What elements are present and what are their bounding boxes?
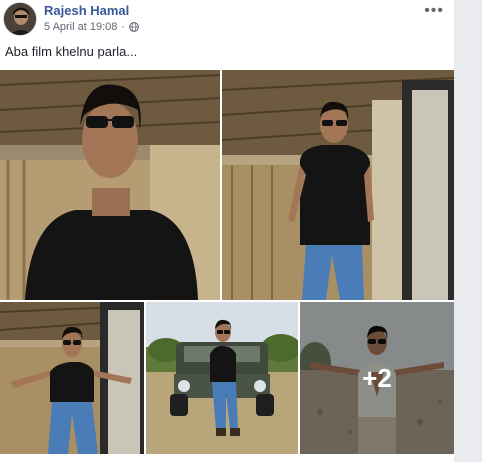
post-photo-5[interactable]: +2	[300, 302, 454, 454]
post-timestamp[interactable]: 5 April at 19:08	[44, 21, 117, 33]
post-meta: 5 April at 19:08 ·	[44, 21, 139, 33]
post-header: Rajesh Hamal 5 April at 19:08 · •••	[0, 0, 454, 40]
post-caption: Aba film khelnu parla...	[5, 44, 138, 59]
post-photo-4[interactable]	[146, 302, 298, 454]
globe-icon[interactable]	[129, 22, 139, 32]
post-photo-3[interactable]	[0, 302, 144, 454]
page-background-strip	[454, 0, 482, 462]
more-photos-count: +2	[362, 362, 392, 393]
post-photo-2[interactable]	[222, 70, 454, 300]
more-photos-overlay[interactable]: +2	[300, 302, 454, 454]
author-name[interactable]: Rajesh Hamal	[44, 3, 129, 18]
post-photo-1[interactable]	[0, 70, 220, 300]
post-card: Rajesh Hamal 5 April at 19:08 · ••• Aba …	[0, 0, 454, 462]
author-avatar[interactable]	[3, 2, 37, 36]
more-options-icon[interactable]: •••	[424, 2, 444, 20]
